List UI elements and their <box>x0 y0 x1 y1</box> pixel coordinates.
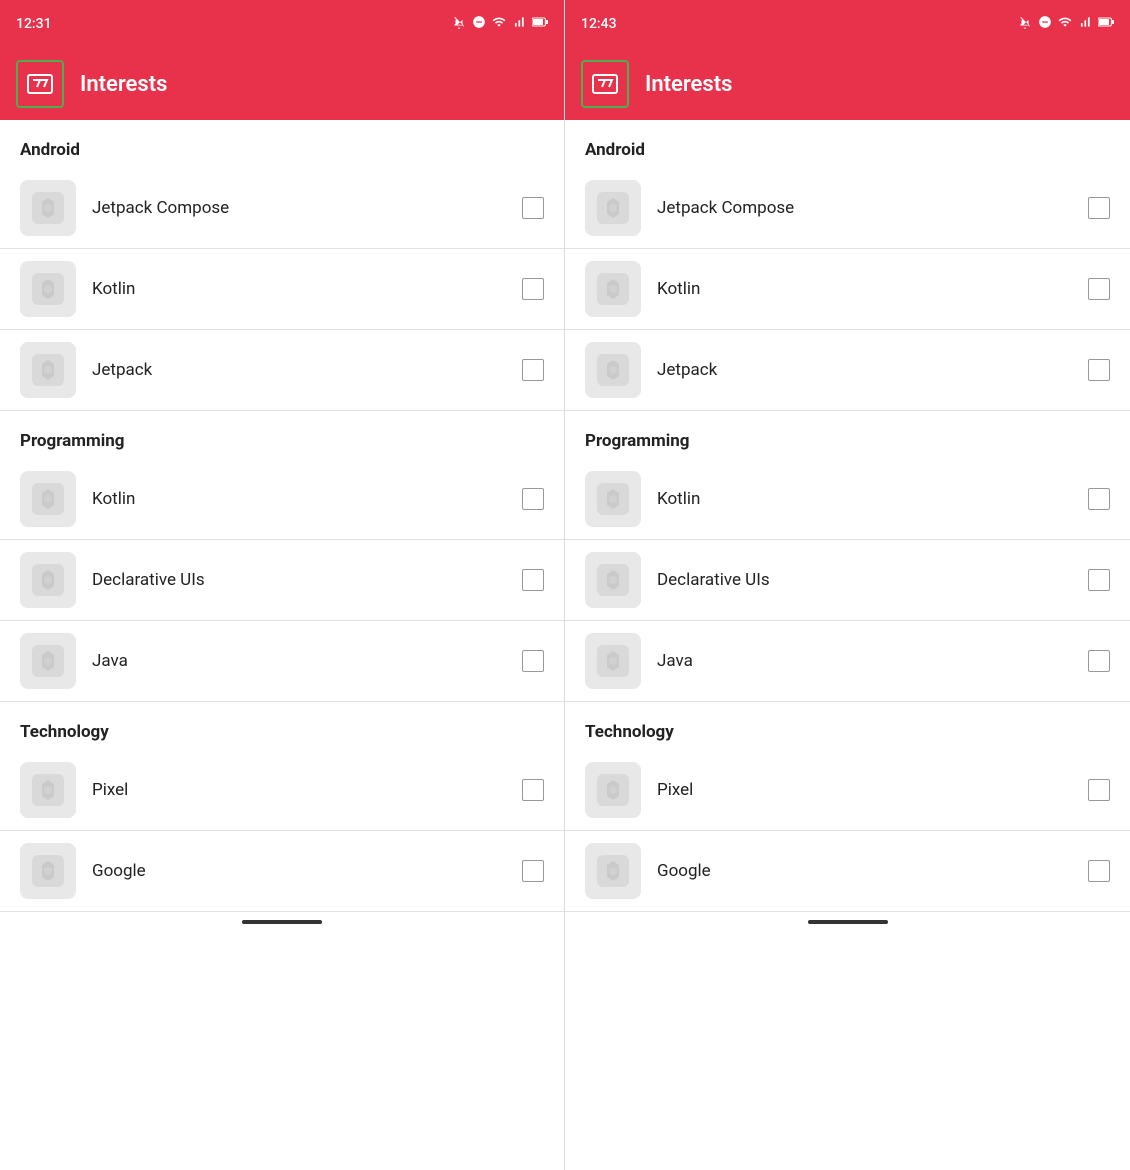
right-jetpack-compose-icon <box>585 180 641 236</box>
list-item[interactable]: Google <box>0 831 564 912</box>
left-content: Android Jetpack Compose Kotlin <box>0 120 564 1170</box>
list-item[interactable]: Kotlin <box>565 459 1130 540</box>
right-google-checkbox[interactable] <box>1088 860 1110 882</box>
right-phone-panel: 12:43 <box>565 0 1130 1170</box>
right-kotlin-android-label: Kotlin <box>657 279 1072 299</box>
list-item[interactable]: Jetpack <box>565 330 1130 411</box>
kotlin-android-checkbox[interactable] <box>522 278 544 300</box>
list-item[interactable]: Java <box>0 621 564 702</box>
right-minus-circle-icon <box>1038 15 1052 33</box>
java-icon <box>20 633 76 689</box>
right-google-label: Google <box>657 861 1072 881</box>
left-status-bar: 12:31 <box>0 0 564 48</box>
left-section-programming-header: Programming <box>0 411 564 459</box>
right-section-technology-header: Technology <box>565 702 1130 750</box>
right-kotlin-android-icon <box>585 261 641 317</box>
list-item[interactable]: Pixel <box>565 750 1130 831</box>
list-item[interactable]: Java <box>565 621 1130 702</box>
right-declarative-uis-icon <box>585 552 641 608</box>
right-pixel-icon <box>585 762 641 818</box>
left-app-bar: Interests <box>0 48 564 120</box>
kotlin-android-icon <box>20 261 76 317</box>
jetpack-label: Jetpack <box>92 360 506 380</box>
left-section-android-header: Android <box>0 120 564 168</box>
right-jetpack-compose-label: Jetpack Compose <box>657 198 1072 218</box>
kotlin-prog-label: Kotlin <box>92 489 506 509</box>
right-pixel-checkbox[interactable] <box>1088 779 1110 801</box>
list-item[interactable]: Google <box>565 831 1130 912</box>
left-scroll-indicator <box>242 920 322 924</box>
right-content: Android Jetpack Compose Kotlin <box>565 120 1130 1170</box>
jetpack-checkbox[interactable] <box>522 359 544 381</box>
left-phone-panel: 12:31 <box>0 0 565 1170</box>
pixel-icon <box>20 762 76 818</box>
google-icon <box>20 843 76 899</box>
right-kotlin-prog-label: Kotlin <box>657 489 1072 509</box>
battery-icon <box>532 15 548 33</box>
jetpack-compose-label: Jetpack Compose <box>92 198 506 218</box>
java-checkbox[interactable] <box>522 650 544 672</box>
right-jetpack-label: Jetpack <box>657 360 1072 380</box>
right-app-title: Interests <box>645 72 732 97</box>
right-scroll-indicator <box>808 920 888 924</box>
list-item[interactable]: Pixel <box>0 750 564 831</box>
right-wifi-icon <box>1058 15 1072 33</box>
kotlin-prog-icon <box>20 471 76 527</box>
right-java-checkbox[interactable] <box>1088 650 1110 672</box>
right-section-programming-header: Programming <box>565 411 1130 459</box>
declarative-uis-label: Declarative UIs <box>92 570 506 590</box>
left-status-icons <box>452 15 548 33</box>
pixel-checkbox[interactable] <box>522 779 544 801</box>
right-declarative-uis-label: Declarative UIs <box>657 570 1072 590</box>
right-kotlin-android-checkbox[interactable] <box>1088 278 1110 300</box>
right-status-icons <box>1018 15 1114 33</box>
wifi-icon <box>492 15 506 33</box>
list-item[interactable]: Kotlin <box>0 249 564 330</box>
right-jetpack-compose-checkbox[interactable] <box>1088 197 1110 219</box>
right-section-android-header: Android <box>565 120 1130 168</box>
right-status-bar: 12:43 <box>565 0 1130 48</box>
declarative-uis-checkbox[interactable] <box>522 569 544 591</box>
signal-icon <box>512 15 526 33</box>
list-item[interactable]: Jetpack <box>0 330 564 411</box>
right-app-bar: Interests <box>565 48 1130 120</box>
right-kotlin-prog-icon <box>585 471 641 527</box>
right-java-icon <box>585 633 641 689</box>
pixel-label: Pixel <box>92 780 506 800</box>
left-status-time: 12:31 <box>16 16 52 32</box>
right-kotlin-prog-checkbox[interactable] <box>1088 488 1110 510</box>
kotlin-android-label: Kotlin <box>92 279 506 299</box>
left-app-logo <box>16 60 64 108</box>
bell-off-icon <box>452 15 466 33</box>
right-jetpack-checkbox[interactable] <box>1088 359 1110 381</box>
list-item[interactable]: Declarative UIs <box>565 540 1130 621</box>
right-app-logo <box>581 60 629 108</box>
minus-circle-icon <box>472 15 486 33</box>
left-section-technology-header: Technology <box>0 702 564 750</box>
right-declarative-uis-checkbox[interactable] <box>1088 569 1110 591</box>
list-item[interactable]: Kotlin <box>565 249 1130 330</box>
list-item[interactable]: Jetpack Compose <box>565 168 1130 249</box>
right-jetpack-icon <box>585 342 641 398</box>
right-google-icon <box>585 843 641 899</box>
jetpack-compose-checkbox[interactable] <box>522 197 544 219</box>
left-app-title: Interests <box>80 72 167 97</box>
right-signal-icon <box>1078 15 1092 33</box>
jetpack-compose-icon <box>20 180 76 236</box>
list-item[interactable]: Jetpack Compose <box>0 168 564 249</box>
right-pixel-label: Pixel <box>657 780 1072 800</box>
declarative-uis-icon <box>20 552 76 608</box>
jetpack-icon <box>20 342 76 398</box>
list-item[interactable]: Kotlin <box>0 459 564 540</box>
right-battery-icon <box>1098 15 1114 33</box>
list-item[interactable]: Declarative UIs <box>0 540 564 621</box>
kotlin-prog-checkbox[interactable] <box>522 488 544 510</box>
right-bell-off-icon <box>1018 15 1032 33</box>
right-status-time: 12:43 <box>581 16 617 32</box>
right-java-label: Java <box>657 651 1072 671</box>
google-checkbox[interactable] <box>522 860 544 882</box>
google-label: Google <box>92 861 506 881</box>
java-label: Java <box>92 651 506 671</box>
